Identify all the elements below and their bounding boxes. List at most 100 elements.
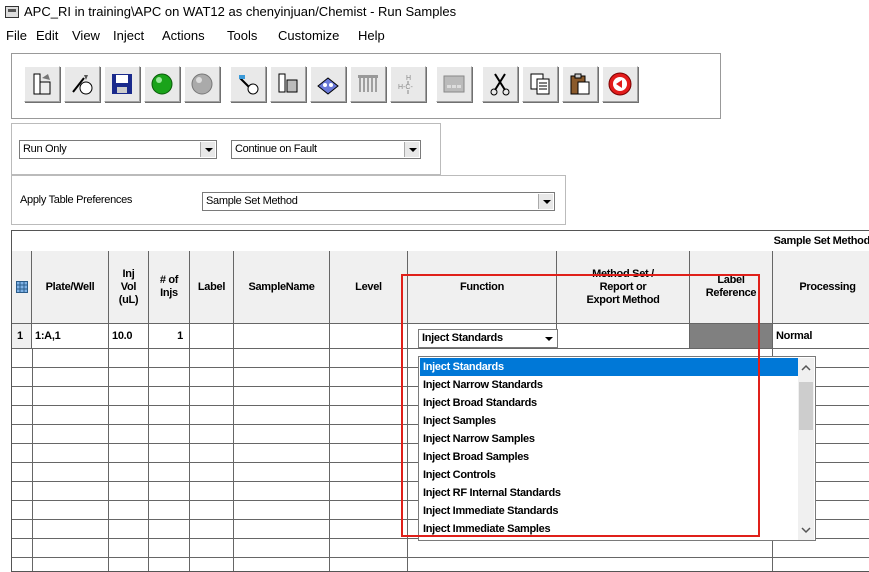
cut-button[interactable] — [482, 66, 518, 102]
plate-button[interactable] — [310, 66, 346, 102]
option-inject-rf-internal-standards[interactable]: Inject RF Internal Standards — [420, 484, 800, 502]
grid-line — [12, 557, 869, 558]
chevron-down-icon[interactable] — [200, 142, 215, 157]
vials-icon — [278, 73, 298, 93]
table-icon — [15, 281, 28, 293]
menu-bar: File Edit View Inject Actions Tools Cust… — [0, 26, 869, 48]
fault-mode-value: Continue on Fault — [235, 143, 317, 155]
paste-icon — [570, 73, 590, 95]
run-button[interactable] — [144, 66, 180, 102]
dropdown-scrollbar[interactable] — [798, 358, 814, 540]
apply-table-preferences-label: Apply Table Preferences — [20, 194, 133, 206]
chevron-down-icon[interactable] — [404, 142, 419, 157]
chevron-up-icon[interactable] — [801, 364, 811, 372]
option-inject-immediate-samples[interactable]: Inject Immediate Samples — [420, 520, 800, 538]
menu-customize[interactable]: Customize — [278, 28, 339, 43]
run-mode-select[interactable]: Run Only — [19, 140, 217, 159]
paste-button[interactable] — [562, 66, 598, 102]
menu-view[interactable]: View — [72, 28, 100, 43]
row-index[interactable]: 1 — [12, 324, 32, 349]
copy-button[interactable] — [522, 66, 558, 102]
window-title: APC_RI in training\APC on WAT12 as cheny… — [24, 4, 457, 19]
option-inject-standards[interactable]: Inject Standards — [420, 358, 800, 376]
option-inject-immediate-standards[interactable]: Inject Immediate Standards — [420, 502, 800, 520]
col-header-function[interactable]: Function — [408, 251, 557, 324]
plate-icon — [317, 77, 339, 95]
copy-icon — [530, 73, 550, 95]
column-icon — [358, 75, 378, 92]
new-method-button[interactable] — [64, 66, 100, 102]
fault-mode-select[interactable]: Continue on Fault — [231, 140, 421, 159]
table-preferences-bar: Apply Table Preferences Sample Set Metho… — [11, 175, 566, 225]
cell-label-reference — [690, 324, 773, 349]
cell-label[interactable] — [190, 324, 234, 349]
stop-gray-icon — [191, 73, 213, 95]
scroll-thumb[interactable] — [799, 382, 813, 430]
option-inject-narrow-samples[interactable]: Inject Narrow Samples — [420, 430, 800, 448]
col-header-plate-well[interactable]: Plate/Well — [32, 251, 109, 324]
menu-inject[interactable]: Inject — [113, 28, 144, 43]
table-preferences-select[interactable]: Sample Set Method — [202, 192, 555, 211]
vials-button[interactable] — [270, 66, 306, 102]
new-method-icon — [72, 75, 93, 95]
function-dropdown-list[interactable]: Inject Standards Inject Narrow Standards… — [418, 356, 816, 541]
svg-text:H-C-: H-C- — [398, 84, 413, 91]
save-button[interactable] — [104, 66, 140, 102]
col-header-method-set[interactable]: Method Set / Report or Export Method — [557, 251, 690, 324]
cell-inj-vol[interactable]: 10.0 — [109, 324, 149, 349]
cell-sample-name[interactable] — [234, 324, 330, 349]
chevron-down-icon[interactable] — [801, 526, 811, 534]
cell-plate-well[interactable]: 1:A,1 — [32, 324, 109, 349]
menu-tools[interactable]: Tools — [227, 28, 257, 43]
cell-num-injs[interactable]: 1 — [149, 324, 190, 349]
menu-edit[interactable]: Edit — [36, 28, 58, 43]
svg-text:H: H — [406, 75, 411, 82]
stop-button[interactable] — [184, 66, 220, 102]
save-icon — [112, 74, 132, 94]
chevron-down-icon[interactable] — [538, 194, 553, 209]
abort-button[interactable] — [602, 66, 638, 102]
col-header-inj-vol[interactable]: Inj Vol (uL) — [109, 251, 149, 324]
column-button[interactable] — [350, 66, 386, 102]
run-green-icon — [151, 73, 173, 95]
col-header-label-reference[interactable]: Label Reference — [690, 251, 773, 324]
grid-button[interactable] — [436, 66, 472, 102]
app-icon — [5, 6, 19, 18]
open-samples-button[interactable] — [24, 66, 60, 102]
col-header-num-injs[interactable]: # of Injs — [149, 251, 190, 324]
group-header: Sample Set Method — [12, 231, 869, 252]
abort-red-icon — [608, 72, 632, 96]
table-preferences-value: Sample Set Method — [206, 195, 298, 207]
function-select-value: Inject Standards — [422, 332, 503, 344]
col-header-label[interactable]: Label — [190, 251, 234, 324]
menu-help[interactable]: Help — [358, 28, 385, 43]
col-header-processing[interactable]: Processing — [773, 251, 869, 324]
col-header-level[interactable]: Level — [330, 251, 408, 324]
select-all-corner[interactable] — [12, 251, 32, 324]
option-inject-broad-samples[interactable]: Inject Broad Samples — [420, 448, 800, 466]
option-inject-narrow-standards[interactable]: Inject Narrow Standards — [420, 376, 800, 394]
option-inject-samples[interactable]: Inject Samples — [420, 412, 800, 430]
cut-icon — [490, 73, 510, 96]
function-select[interactable]: Inject Standards — [418, 329, 558, 348]
chevron-down-icon[interactable] — [541, 331, 556, 346]
structure-button[interactable]: H H-C- — [390, 66, 426, 102]
group-header-label: Sample Set Method — [773, 235, 869, 247]
option-inject-broad-standards[interactable]: Inject Broad Standards — [420, 394, 800, 412]
menu-actions[interactable]: Actions — [162, 28, 205, 43]
cell-method-set[interactable] — [557, 324, 690, 349]
cell-processing[interactable]: Normal — [773, 324, 869, 349]
run-mode-value: Run Only — [23, 143, 67, 155]
title-bar: APC_RI in training\APC on WAT12 as cheny… — [0, 0, 869, 26]
cell-level[interactable] — [330, 324, 408, 349]
run-controls: Run Only Continue on Fault — [11, 123, 441, 175]
open-samples-icon — [33, 73, 51, 95]
inject-icon — [239, 75, 259, 95]
grid-disabled-icon — [443, 75, 465, 93]
structure-icon: H H-C- — [398, 75, 413, 94]
col-header-sample-name[interactable]: SampleName — [234, 251, 330, 324]
option-inject-controls[interactable]: Inject Controls — [420, 466, 800, 484]
inject-button[interactable] — [230, 66, 266, 102]
toolbar: H H-C- — [11, 53, 721, 119]
menu-file[interactable]: File — [6, 28, 27, 43]
